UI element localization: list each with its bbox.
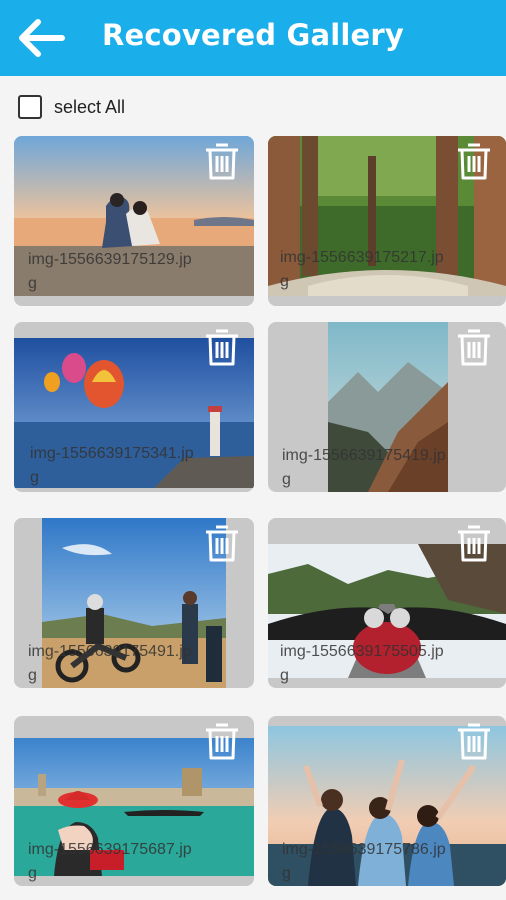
file-name: img-1556639175505.jp g	[280, 643, 444, 684]
file-name: img-1556639175419.jp g	[282, 447, 446, 488]
delete-button[interactable]	[454, 522, 494, 564]
gallery-item[interactable]: img-1556639175129.jp g	[14, 136, 254, 306]
gallery-item[interactable]: img-1556639175687.jp g	[14, 716, 254, 886]
trash-icon	[206, 525, 238, 562]
file-name: img-1556639175129.jp g	[28, 251, 192, 292]
delete-button[interactable]	[454, 140, 494, 182]
trash-icon	[206, 329, 238, 366]
select-all-checkbox[interactable]	[18, 95, 42, 119]
file-name: img-1556639175687.jp g	[28, 841, 192, 882]
trash-icon	[458, 143, 490, 180]
file-name: img-1556639175217.jp g	[280, 249, 444, 290]
gallery-item[interactable]: img-1556639175217.jp g	[268, 136, 506, 306]
app-bar: Recovered Gallery	[0, 0, 506, 76]
select-all-label: select All	[54, 96, 126, 117]
file-name: img-1556639175491.jp g	[28, 643, 192, 684]
gallery-item[interactable]: img-1556639175419.jp g	[268, 322, 506, 492]
delete-button[interactable]	[454, 720, 494, 762]
file-name: img-1556639175786.jp g	[282, 841, 446, 882]
trash-icon	[458, 329, 490, 366]
delete-button[interactable]	[202, 522, 242, 564]
gallery-item[interactable]: img-1556639175491.jp g	[14, 518, 254, 688]
gallery-item[interactable]: img-1556639175505.jp g	[268, 518, 506, 688]
gallery-item[interactable]: img-1556639175341.jp g	[14, 322, 254, 492]
gallery-item[interactable]: img-1556639175786.jp g	[268, 716, 506, 886]
delete-button[interactable]	[202, 720, 242, 762]
select-all-row[interactable]: select All	[18, 93, 125, 121]
trash-icon	[206, 723, 238, 760]
trash-icon	[206, 143, 238, 180]
delete-button[interactable]	[202, 140, 242, 182]
file-name: img-1556639175341.jp g	[30, 445, 194, 486]
delete-button[interactable]	[454, 326, 494, 368]
page-title: Recovered Gallery	[101, 18, 405, 52]
delete-button[interactable]	[202, 326, 242, 368]
trash-icon	[458, 525, 490, 562]
trash-icon	[458, 723, 490, 760]
